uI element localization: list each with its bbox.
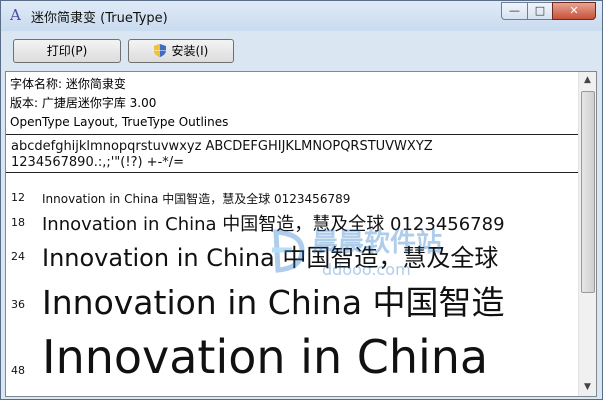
font-format: OpenType Layout, TrueType Outlines <box>10 115 229 129</box>
charset-line-letters: abcdefghijklmnopqrstuvwxyz ABCDEFGHIJKLM… <box>11 139 433 154</box>
sample-text: Innovation in China 中国智造，慧及全球 0123456789 <box>42 192 351 206</box>
sample-size: 12 <box>11 191 25 204</box>
watermark-icon <box>272 229 305 273</box>
minimize-button[interactable]: — <box>501 2 528 20</box>
font-viewer-window: A 迷你简隶变 (TrueType) — □ ✕ 打印(P) 安装(I) 字体名… <box>0 0 603 400</box>
scroll-thumb[interactable] <box>581 91 595 293</box>
sample-size: 48 <box>11 364 25 377</box>
title-bar[interactable]: A 迷你简隶变 (TrueType) — □ ✕ <box>1 1 602 31</box>
close-button[interactable]: ✕ <box>552 2 596 20</box>
sample-size: 24 <box>11 250 25 263</box>
sample-size: 36 <box>11 298 25 311</box>
vertical-scrollbar[interactable]: ▲ ▼ <box>578 72 596 396</box>
watermark-text: 晨晨软件站 <box>312 228 443 258</box>
app-icon: A <box>10 6 21 24</box>
window-title: 迷你简隶变 (TrueType) <box>31 11 168 26</box>
watermark-logo: 晨晨软件站 ddooo.com <box>272 220 472 290</box>
maximize-button[interactable]: □ <box>527 2 553 20</box>
scroll-up-icon[interactable]: ▲ <box>579 72 596 89</box>
scroll-down-icon[interactable]: ▼ <box>579 379 596 396</box>
install-button-label: 安装(I) <box>171 44 209 58</box>
install-button[interactable]: 安装(I) <box>128 39 234 63</box>
print-button-label: 打印(P) <box>46 44 88 58</box>
sample-size: 18 <box>11 216 25 229</box>
font-name: 字体名称: 迷你简隶变 <box>10 77 126 91</box>
divider <box>6 172 580 173</box>
watermark-url: ddooo.com <box>322 260 411 279</box>
font-preview-pane[interactable]: 字体名称: 迷你简隶变 版本: 广捷居迷你字库 3.00 OpenType La… <box>5 71 597 397</box>
font-info: 字体名称: 迷你简隶变 版本: 广捷居迷你字库 3.00 OpenType La… <box>6 72 596 132</box>
print-button[interactable]: 打印(P) <box>13 39 121 63</box>
charset-line-digits: 1234567890.:,;'"(!?) +-*/= <box>11 155 185 170</box>
font-version: 版本: 广捷居迷你字库 3.00 <box>10 96 157 110</box>
charset-sample: abcdefghijklmnopqrstuvwxyz ABCDEFGHIJKLM… <box>6 135 596 172</box>
sample-text: Innovation in China <box>42 330 489 384</box>
shield-icon <box>153 44 166 57</box>
toolbar: 打印(P) 安装(I) <box>1 31 602 71</box>
